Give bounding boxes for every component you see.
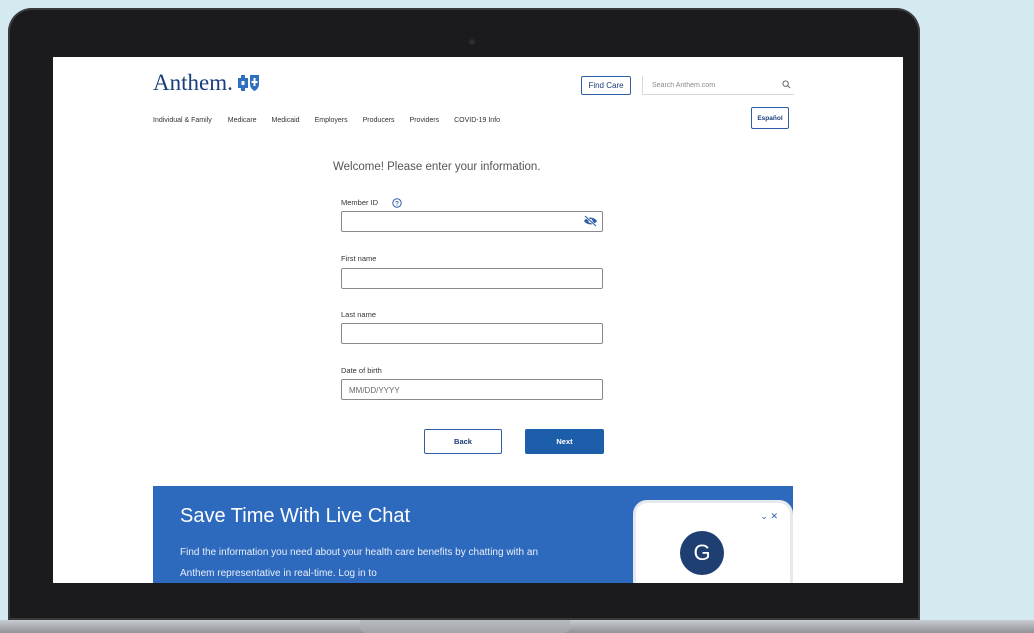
anthem-logo[interactable]: Anthem. — [153, 69, 261, 97]
dob-input[interactable] — [342, 381, 602, 400]
blue-cross-shield-icon — [237, 75, 259, 91]
search-input[interactable] — [652, 78, 772, 92]
dob-label: Date of birth — [341, 366, 382, 375]
main-nav: Individual & Family Medicare Medicaid Em… — [153, 117, 515, 124]
site-search — [642, 76, 794, 95]
chat-agent-avatar: G — [680, 531, 724, 575]
live-chat-banner: Save Time With Live Chat Find the inform… — [153, 486, 793, 583]
nav-item-producers[interactable]: Producers — [363, 117, 395, 124]
banner-title: Save Time With Live Chat — [180, 505, 411, 527]
last-name-field[interactable] — [341, 323, 603, 344]
find-care-button[interactable]: Find Care — [581, 76, 631, 95]
first-name-input[interactable] — [342, 270, 602, 289]
member-id-input[interactable] — [342, 213, 602, 232]
svg-text:?: ? — [395, 200, 399, 207]
member-id-field[interactable] — [341, 211, 603, 232]
browser-screen: Anthem. Find Care Español Individual & F… — [53, 57, 903, 583]
phone-chat-preview: ⌄ ✕ G — [633, 500, 793, 583]
back-button[interactable]: Back — [424, 429, 502, 454]
member-id-label: Member ID — [341, 198, 379, 207]
form-heading: Welcome! Please enter your information. — [333, 161, 541, 173]
nav-item-medicaid[interactable]: Medicaid — [272, 117, 300, 124]
dob-field[interactable] — [341, 379, 603, 400]
camera-dot — [469, 39, 475, 45]
nav-item-employers[interactable]: Employers — [315, 117, 348, 124]
laptop-frame: Anthem. Find Care Español Individual & F… — [8, 8, 920, 620]
espanol-button[interactable]: Español — [751, 107, 789, 129]
next-button[interactable]: Next — [525, 429, 604, 454]
first-name-field[interactable] — [341, 268, 603, 289]
first-name-label: First name — [341, 254, 377, 263]
last-name-input[interactable] — [342, 325, 602, 344]
nav-item-covid-19-info[interactable]: COVID-19 Info — [454, 117, 500, 124]
banner-body: Find the information you need about your… — [180, 547, 539, 579]
search-icon[interactable] — [782, 80, 791, 89]
laptop-base-notch — [360, 620, 570, 633]
nav-item-individual-family[interactable]: Individual & Family — [153, 117, 212, 124]
logo-text: Anthem. — [153, 70, 233, 95]
hide-password-eye-icon[interactable] — [583, 215, 598, 227]
nav-item-providers[interactable]: Providers — [410, 117, 440, 124]
nav-item-medicare[interactable]: Medicare — [228, 117, 257, 124]
help-icon[interactable]: ? — [392, 198, 402, 208]
last-name-label: Last name — [341, 310, 377, 319]
chat-window-controls[interactable]: ⌄ ✕ — [760, 511, 778, 522]
